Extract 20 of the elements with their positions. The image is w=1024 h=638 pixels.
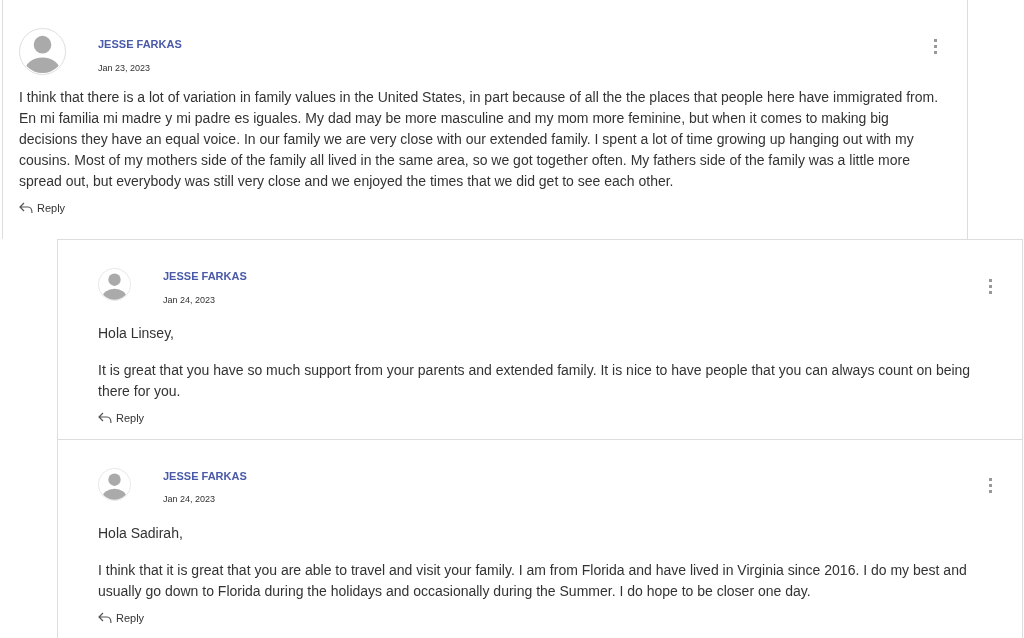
comment-text: I think that it is great that you are able to travel and visit your family. I am from Florida and have lived in Virginia since 2016. I do my best and usually go down to Florida during the holidays and occasionally during the Summer. I do hope to be closer one day.	[98, 560, 968, 601]
comment-date: Jan 24, 2023	[163, 293, 217, 307]
reply-button[interactable]: Reply	[98, 609, 145, 626]
author-name[interactable]: JESSE FARKAS	[163, 268, 247, 285]
comment-date: Jan 24, 2023	[163, 493, 217, 506]
author-name[interactable]: JESSE FARKAS	[98, 36, 182, 53]
comment-text: Hola Linsey,	[98, 324, 175, 343]
avatar	[98, 268, 131, 301]
comment-date: Jan 23, 2023	[98, 61, 152, 75]
reply-button[interactable]: Reply	[19, 200, 66, 217]
reply-button[interactable]: Reply	[98, 410, 145, 427]
comment-text: Hola Sadirah,	[98, 523, 184, 543]
reply-arrow-icon	[98, 412, 112, 425]
comment-text: I think that there is a lot of variation in family values in the United States, in part because of all the the places that people here have immigrated from. En mi familia mi madre y mi padre es iguales. My dad may be more masculine and my mom more feminine, but when it comes to making big decisions they have an equal voice. In our family we are very close with our extended family. I spent a lot of time growing up hanging out with my cousins. Most of my mothers side of the family all lived in the same area, so we got together often. My fathers side of the family was a little more spread out, but everybody was still very close and we enjoyed the times that we did get to see each other.	[19, 88, 940, 191]
reply-arrow-icon	[98, 611, 112, 624]
comment-text: It is great that you have so much support from your parents and extended family. It is nice to have people that you can always count on being there for you.	[98, 361, 972, 401]
avatar	[98, 467, 131, 501]
reply-arrow-icon	[19, 202, 33, 215]
avatar	[19, 28, 66, 75]
author-name[interactable]: JESSE FARKAS	[163, 467, 247, 484]
